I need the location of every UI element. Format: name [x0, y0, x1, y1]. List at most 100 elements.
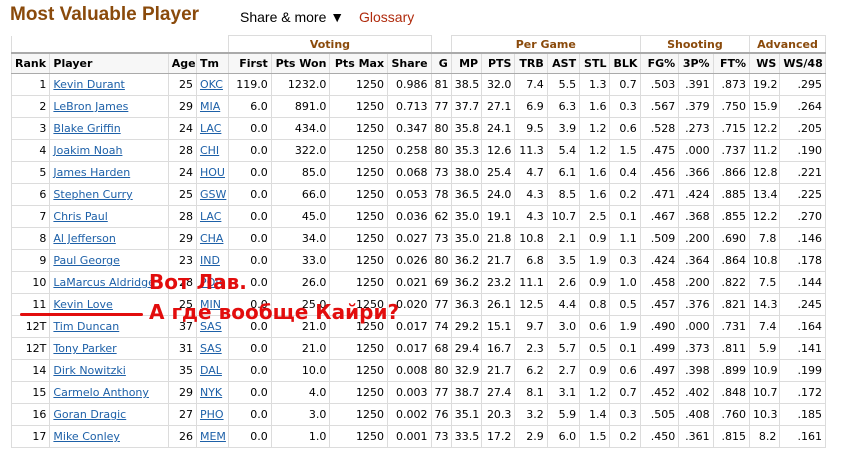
column-header[interactable]: FT%: [712, 52, 751, 74]
column-header[interactable]: 3P%: [678, 52, 714, 74]
team-link[interactable]: MEM: [200, 430, 226, 443]
column-header[interactable]: TRB: [514, 52, 548, 74]
team-link[interactable]: IND: [200, 254, 220, 267]
column-header[interactable]: WS: [749, 52, 781, 74]
column-header[interactable]: Pts Won: [270, 52, 331, 74]
stat-cell: .264: [779, 95, 826, 118]
stat-cell: 2.6: [546, 271, 581, 294]
stat-cell: .161: [779, 425, 826, 448]
group-advanced: Advanced: [749, 35, 826, 54]
stat-cell: 77: [430, 95, 452, 118]
stat-cell: 38.5: [450, 73, 483, 96]
column-header[interactable]: STL: [579, 52, 611, 74]
player-link[interactable]: Mike Conley: [53, 430, 120, 443]
team-link[interactable]: GSW: [200, 188, 226, 201]
column-header[interactable]: Tm: [195, 52, 230, 74]
player-link[interactable]: Stephen Curry: [53, 188, 132, 201]
stat-cell: 0.1: [609, 205, 641, 228]
stat-cell: 73: [430, 161, 452, 184]
stat-cell: 3.2: [514, 403, 548, 426]
team-link[interactable]: PHO: [200, 408, 224, 421]
team-link[interactable]: OKC: [200, 78, 223, 91]
player-link[interactable]: Kevin Love: [53, 298, 112, 311]
stat-cell: .509: [639, 227, 680, 250]
column-header[interactable]: Pts Max: [329, 52, 389, 74]
column-header[interactable]: Share: [387, 52, 432, 74]
stat-cell: .190: [779, 139, 826, 162]
team-link[interactable]: CHA: [200, 232, 223, 245]
team-link[interactable]: LAC: [200, 210, 221, 223]
stat-cell: .811: [712, 337, 751, 360]
team-link[interactable]: SAS: [200, 342, 222, 355]
player-link[interactable]: Blake Griffin: [53, 122, 120, 135]
team-link[interactable]: CHI: [200, 144, 219, 157]
player-link[interactable]: Joakim Noah: [53, 144, 122, 157]
stat-cell: 21.8: [481, 227, 516, 250]
player-link[interactable]: Tim Duncan: [53, 320, 119, 333]
player-link[interactable]: Carmelo Anthony: [53, 386, 149, 399]
team-link[interactable]: LAC: [200, 122, 221, 135]
team-link[interactable]: DAL: [200, 364, 222, 377]
stat-cell: 0.0: [228, 161, 272, 184]
stat-cell: 3.9: [546, 117, 581, 140]
table-row: 10 LaMarcus Aldridge 28 POR 0.0 26.0 1250 0.021…: [10, 271, 826, 294]
share-menu-button[interactable]: Share & more ▼: [240, 9, 344, 25]
player-link[interactable]: Goran Dragic: [53, 408, 126, 421]
stat-cell: .855: [712, 205, 751, 228]
player-link[interactable]: James Harden: [53, 166, 130, 179]
column-header[interactable]: Rank: [10, 52, 51, 74]
glossary-link[interactable]: Glossary: [359, 9, 414, 25]
column-header[interactable]: MP: [450, 52, 483, 74]
stat-cell: 1.9: [609, 315, 641, 338]
rank-cell: 14: [10, 359, 51, 382]
stat-cell: .379: [678, 95, 714, 118]
player-link[interactable]: LeBron James: [53, 100, 128, 113]
player-link[interactable]: Al Jefferson: [53, 232, 115, 245]
column-header[interactable]: Player: [49, 52, 169, 74]
player-link[interactable]: LaMarcus Aldridge: [53, 276, 155, 289]
column-header[interactable]: Age: [167, 52, 197, 74]
column-header[interactable]: BLK: [609, 52, 641, 74]
player-link[interactable]: Paul George: [53, 254, 120, 267]
column-header[interactable]: G: [430, 52, 452, 74]
stat-cell: 1.3: [579, 73, 611, 96]
team-link[interactable]: NYK: [200, 386, 222, 399]
stat-cell: 85.0: [270, 161, 331, 184]
stat-cell: .408: [678, 403, 714, 426]
column-header[interactable]: AST: [546, 52, 581, 74]
player-link[interactable]: Chris Paul: [53, 210, 107, 223]
column-header[interactable]: WS/48: [779, 52, 826, 74]
stat-cell: 0.0: [228, 139, 272, 162]
stat-cell: 2.3: [514, 337, 548, 360]
stat-cell: 1.6: [579, 95, 611, 118]
stat-cell: 25.4: [481, 161, 516, 184]
stat-cell: 2.1: [546, 227, 581, 250]
team-link[interactable]: MIA: [200, 100, 220, 113]
stat-cell: 26: [167, 425, 197, 448]
table-row: 3 Blake Griffin 24 LAC 0.0 434.0 1250 0.347 80 35…: [10, 117, 826, 140]
stat-cell: 80: [430, 139, 452, 162]
player-link[interactable]: Tony Parker: [53, 342, 116, 355]
annotation-line2: А где вообще Кайри?: [149, 300, 400, 324]
stat-cell: 0.7: [609, 73, 641, 96]
stat-cell: .467: [639, 205, 680, 228]
team-link[interactable]: HOU: [200, 166, 225, 179]
player-link[interactable]: Kevin Durant: [53, 78, 124, 91]
column-header[interactable]: First: [228, 52, 272, 74]
stat-cell: 6.3: [546, 95, 581, 118]
stat-cell: 66.0: [270, 183, 331, 206]
stat-cell: 2.9: [514, 425, 548, 448]
table-row: 1 Kevin Durant 25 OKC 119.0 1232.0 1250 0.986 81…: [10, 73, 826, 96]
stat-cell: .141: [779, 337, 826, 360]
column-header[interactable]: PTS: [481, 52, 516, 74]
stat-cell: 1250: [329, 249, 389, 272]
column-header[interactable]: FG%: [639, 52, 680, 74]
player-link[interactable]: Dirk Nowitzki: [53, 364, 125, 377]
stat-cell: .364: [678, 249, 714, 272]
stat-cell: 17.2: [481, 425, 516, 448]
stat-cell: 16.7: [481, 337, 516, 360]
stat-cell: 6.8: [514, 249, 548, 272]
stat-cell: .366: [678, 161, 714, 184]
stat-cell: 9.7: [514, 315, 548, 338]
stat-cell: .750: [712, 95, 751, 118]
